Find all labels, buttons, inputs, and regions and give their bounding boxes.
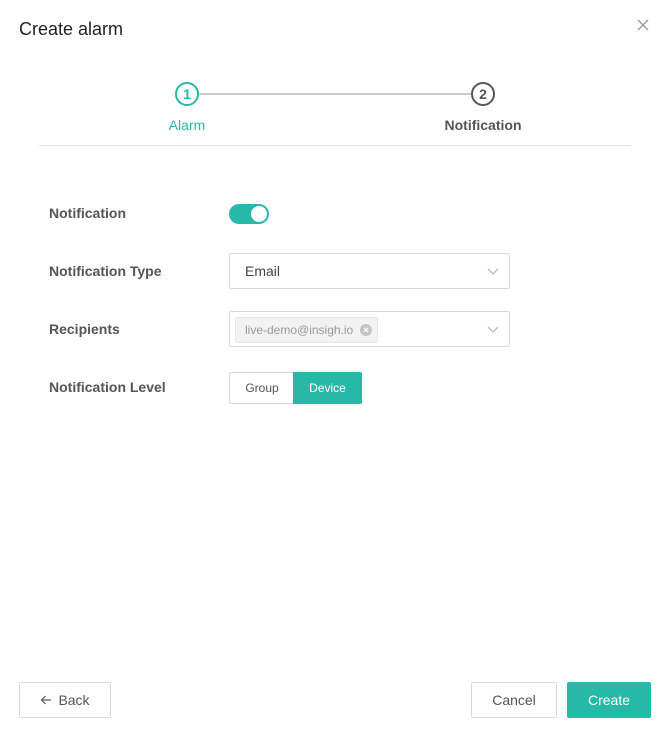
step-2-label: Notification [444, 117, 522, 133]
create-alarm-dialog: Create alarm 1 2 Alarm Notification Noti… [0, 0, 669, 736]
cancel-button[interactable]: Cancel [471, 682, 557, 718]
notification-type-label: Notification Type [49, 263, 162, 279]
recipients-select[interactable]: live-demo@insigh.io [229, 311, 510, 347]
recipient-tag-label: live-demo@insigh.io [245, 323, 354, 337]
dialog-title: Create alarm [19, 19, 124, 39]
close-icon [637, 19, 649, 31]
tag-remove-button[interactable] [360, 324, 373, 336]
level-option-device[interactable]: Device [293, 372, 362, 404]
notification-label: Notification [49, 205, 126, 221]
close-button[interactable] [634, 16, 652, 34]
create-button[interactable]: Create [567, 682, 651, 718]
toggle-knob [251, 206, 267, 222]
step-1-label: Alarm [168, 117, 206, 133]
back-button[interactable]: Back [19, 682, 111, 718]
notification-level-label: Notification Level [49, 379, 166, 395]
close-circle-icon [363, 327, 369, 333]
step-connector [199, 93, 471, 95]
step-1-circle: 1 [175, 82, 199, 106]
recipient-tag: live-demo@insigh.io [235, 317, 379, 343]
arrow-left-icon [41, 695, 52, 705]
level-option-group[interactable]: Group [229, 372, 294, 404]
step-2-circle: 2 [471, 82, 495, 106]
chevron-down-icon [487, 268, 499, 275]
stepper: 1 2 Alarm Notification [39, 70, 631, 146]
notification-type-value: Email [245, 263, 281, 279]
chevron-down-icon [487, 326, 499, 333]
notification-type-select[interactable]: Email [229, 253, 510, 289]
back-button-label: Back [58, 692, 90, 708]
notification-toggle[interactable] [229, 204, 269, 224]
recipients-label: Recipients [49, 321, 120, 337]
